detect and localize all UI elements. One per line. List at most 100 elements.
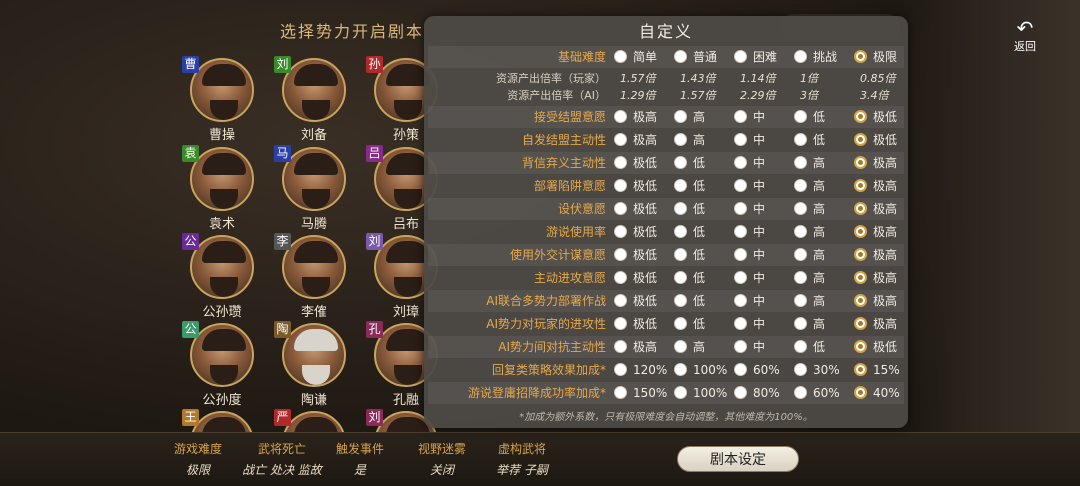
radio-icon xyxy=(854,133,867,146)
character-card[interactable]: 袁袁术 xyxy=(182,145,262,233)
radio-option[interactable]: 挑战 xyxy=(794,46,837,68)
radio-option[interactable]: 80% xyxy=(734,382,780,404)
character-card[interactable]: 曹曹操 xyxy=(182,56,262,144)
radio-option[interactable]: 低 xyxy=(674,175,705,197)
radio-option[interactable]: 中 xyxy=(734,313,765,335)
radio-option[interactable]: 极低 xyxy=(854,336,897,358)
radio-option[interactable]: 高 xyxy=(674,129,705,151)
radio-option[interactable]: 极限 xyxy=(854,46,897,68)
radio-option[interactable]: 极低 xyxy=(614,244,657,266)
radio-option[interactable]: 极高 xyxy=(614,336,657,358)
setting-row: 使用外交计谋意愿 极低 低 中 高 极高 xyxy=(428,244,904,266)
radio-option[interactable]: 极低 xyxy=(614,175,657,197)
radio-option[interactable]: 高 xyxy=(794,290,825,312)
radio-option[interactable]: 150% xyxy=(614,382,667,404)
radio-option[interactable]: 极低 xyxy=(614,152,657,174)
radio-option[interactable]: 极低 xyxy=(614,313,657,335)
radio-option[interactable]: 极高 xyxy=(854,198,897,220)
radio-icon xyxy=(674,294,687,307)
portrait-hair xyxy=(294,329,338,351)
radio-option[interactable]: 中 xyxy=(734,244,765,266)
radio-label: 高 xyxy=(693,340,706,354)
radio-option[interactable]: 中 xyxy=(734,336,765,358)
radio-option[interactable]: 中 xyxy=(734,290,765,312)
radio-option[interactable]: 低 xyxy=(674,267,705,289)
radio-option[interactable]: 低 xyxy=(674,244,705,266)
radio-option[interactable]: 高 xyxy=(794,198,825,220)
radio-option[interactable]: 中 xyxy=(734,129,765,151)
radio-option[interactable]: 高 xyxy=(794,152,825,174)
radio-option[interactable]: 极高 xyxy=(854,175,897,197)
radio-option[interactable]: 100% xyxy=(674,359,727,381)
radio-label: 中 xyxy=(753,248,766,262)
radio-label: 60% xyxy=(753,363,780,377)
portrait-beard xyxy=(394,365,422,385)
radio-option[interactable]: 极高 xyxy=(854,221,897,243)
setting-row: 主动进攻意愿 极低 低 中 高 极高 xyxy=(428,267,904,289)
radio-option[interactable]: 极低 xyxy=(854,106,897,128)
radio-option[interactable]: 极高 xyxy=(854,152,897,174)
bottom-stat-value: 关闭 xyxy=(429,463,454,477)
radio-option[interactable]: 60% xyxy=(734,359,780,381)
radio-option[interactable]: 极高 xyxy=(854,313,897,335)
radio-option[interactable]: 中 xyxy=(734,221,765,243)
radio-option[interactable]: 极低 xyxy=(614,267,657,289)
radio-option[interactable]: 中 xyxy=(734,106,765,128)
radio-option[interactable]: 极低 xyxy=(614,221,657,243)
character-card[interactable]: 马马腾 xyxy=(274,145,354,233)
radio-option[interactable]: 高 xyxy=(794,244,825,266)
radio-option[interactable]: 30% xyxy=(794,359,840,381)
radio-option[interactable]: 中 xyxy=(734,198,765,220)
setting-row: AI势力间对抗主动性 极高 高 中 低 极低 xyxy=(428,336,904,358)
radio-option[interactable]: 15% xyxy=(854,359,900,381)
character-card[interactable]: 公公孙瓒 xyxy=(182,233,262,321)
radio-option[interactable]: 极低 xyxy=(614,198,657,220)
radio-label: 极高 xyxy=(873,271,898,285)
radio-label: 中 xyxy=(753,225,766,239)
radio-option[interactable]: 高 xyxy=(674,106,705,128)
radio-icon xyxy=(674,202,687,215)
radio-option[interactable]: 中 xyxy=(734,152,765,174)
setting-label: 回复类策略效果加成* xyxy=(491,363,606,377)
radio-option[interactable]: 低 xyxy=(794,129,825,151)
back-button[interactable]: ↶ 返回 xyxy=(1000,18,1050,54)
character-card[interactable]: 刘刘备 xyxy=(274,56,354,144)
radio-option[interactable]: 低 xyxy=(794,336,825,358)
radio-option[interactable]: 高 xyxy=(794,267,825,289)
radio-option[interactable]: 中 xyxy=(734,175,765,197)
radio-icon xyxy=(674,271,687,284)
radio-option[interactable]: 极高 xyxy=(854,290,897,312)
radio-icon xyxy=(854,363,867,376)
radio-option[interactable]: 低 xyxy=(794,106,825,128)
faction-badge: 吕 xyxy=(366,145,383,162)
radio-option[interactable]: 高 xyxy=(794,221,825,243)
radio-label: 极高 xyxy=(633,340,658,354)
radio-option[interactable]: 简单 xyxy=(614,46,657,68)
radio-option[interactable]: 困难 xyxy=(734,46,777,68)
radio-option[interactable]: 120% xyxy=(614,359,667,381)
character-card[interactable]: 陶陶谦 xyxy=(274,321,354,409)
radio-option[interactable]: 低 xyxy=(674,290,705,312)
radio-option[interactable]: 普通 xyxy=(674,46,717,68)
character-card[interactable]: 李李傕 xyxy=(274,233,354,321)
radio-option[interactable]: 极高 xyxy=(854,267,897,289)
radio-option[interactable]: 低 xyxy=(674,152,705,174)
radio-option[interactable]: 极高 xyxy=(614,129,657,151)
radio-option[interactable]: 100% xyxy=(674,382,727,404)
radio-option[interactable]: 低 xyxy=(674,198,705,220)
script-settings-button[interactable]: 剧本设定 xyxy=(677,446,799,472)
radio-option[interactable]: 低 xyxy=(674,313,705,335)
radio-option[interactable]: 极高 xyxy=(614,106,657,128)
radio-option[interactable]: 中 xyxy=(734,267,765,289)
radio-label: 低 xyxy=(813,133,826,147)
radio-option[interactable]: 极低 xyxy=(854,129,897,151)
character-card[interactable]: 公公孙度 xyxy=(182,321,262,409)
radio-option[interactable]: 极低 xyxy=(614,290,657,312)
radio-option[interactable]: 极高 xyxy=(854,244,897,266)
radio-option[interactable]: 高 xyxy=(674,336,705,358)
radio-option[interactable]: 高 xyxy=(794,313,825,335)
radio-option[interactable]: 低 xyxy=(674,221,705,243)
radio-option[interactable]: 60% xyxy=(794,382,840,404)
radio-option[interactable]: 高 xyxy=(794,175,825,197)
radio-option[interactable]: 40% xyxy=(854,382,900,404)
